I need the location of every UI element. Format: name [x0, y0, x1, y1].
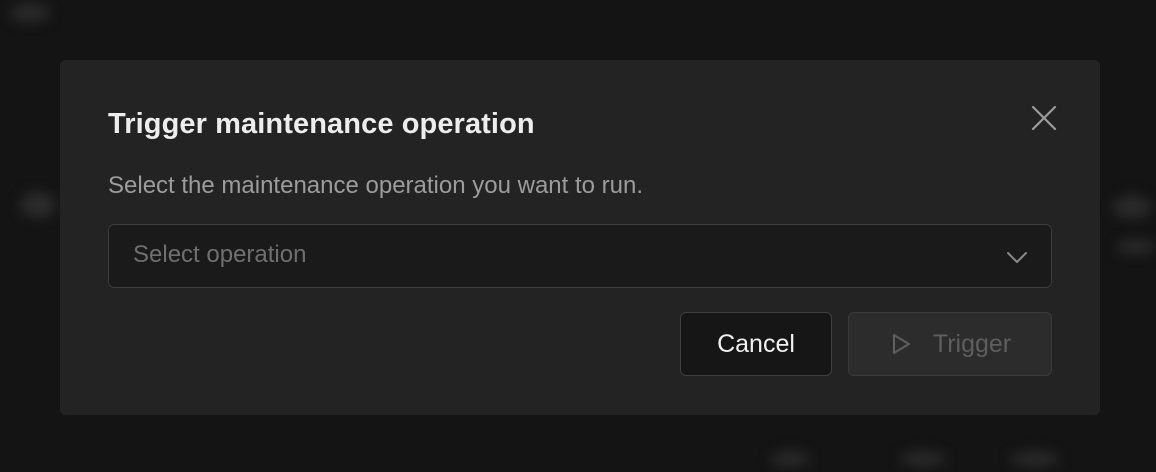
background-blur — [1010, 452, 1060, 466]
operation-select[interactable]: Select operation — [108, 224, 1052, 288]
maintenance-dialog: Trigger maintenance operation Select the… — [60, 60, 1100, 415]
close-icon — [1031, 105, 1057, 131]
select-placeholder: Select operation — [133, 241, 307, 268]
background-blur — [1112, 196, 1152, 218]
background-blur — [770, 452, 810, 466]
trigger-button-label: Trigger — [932, 329, 1012, 358]
background-blur — [1116, 240, 1156, 254]
dialog-description: Select the maintenance operation you wan… — [108, 172, 644, 199]
cancel-button[interactable]: Cancel — [680, 312, 832, 376]
chevron-down-icon — [1007, 252, 1027, 263]
background-blur — [20, 192, 56, 218]
trigger-button[interactable]: Trigger — [848, 312, 1052, 376]
background-blur — [900, 452, 946, 466]
background-blur — [10, 4, 50, 22]
cancel-button-label: Cancel — [717, 329, 795, 358]
dialog-title: Trigger maintenance operation — [108, 108, 535, 140]
play-icon — [889, 332, 913, 356]
close-button[interactable] — [1024, 98, 1064, 138]
